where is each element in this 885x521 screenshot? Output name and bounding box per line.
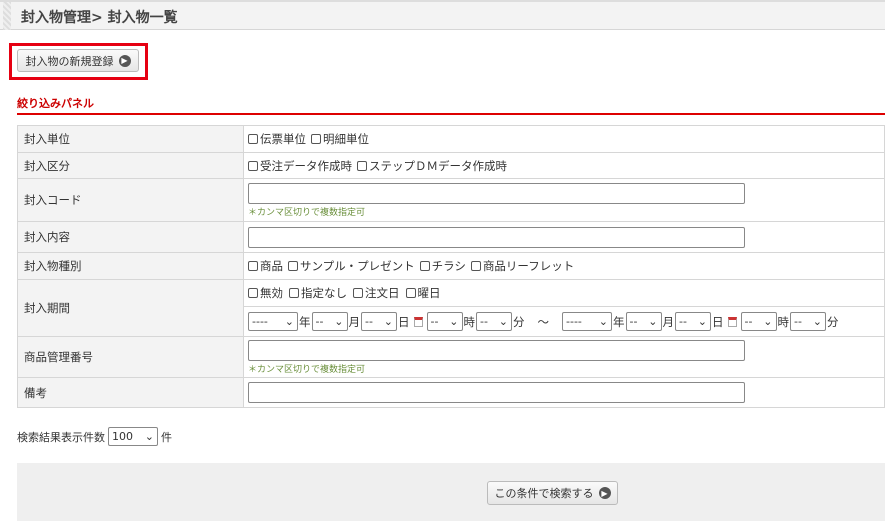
label-content: 封入内容 — [17, 221, 244, 253]
start-year-select[interactable]: ---- ⌄ — [248, 312, 298, 331]
product-no-note: ＊カンマ区切りで複数指定可 — [248, 364, 366, 375]
end-year-select[interactable]: ---- ⌄ — [562, 312, 612, 331]
filter-panel-title: 絞り込みパネル — [17, 97, 94, 110]
code-input[interactable] — [248, 182, 745, 204]
checkbox-step-dm[interactable]: ステップＤＭデータ作成時 — [357, 158, 507, 174]
end-minute-select[interactable]: -- ⌄ — [790, 312, 826, 331]
code-note: ＊カンマ区切りで複数指定可 — [248, 207, 366, 218]
divider — [17, 113, 885, 115]
checkbox-product[interactable]: 商品 — [248, 258, 283, 274]
calendar-icon[interactable] — [727, 316, 737, 327]
checkbox-unspecified[interactable]: 指定なし — [289, 285, 347, 301]
label-category: 封入区分 — [17, 152, 244, 179]
search-footer: この条件で検索する ▶ — [17, 463, 885, 521]
remarks-input[interactable] — [248, 382, 745, 403]
calendar-icon[interactable] — [413, 316, 423, 327]
checkbox-order-data[interactable]: 受注データ作成時 — [248, 158, 352, 174]
start-month-select[interactable]: -- ⌄ — [311, 312, 348, 331]
count-label: 検索結果表示件数 — [17, 430, 105, 444]
header-decoration — [3, 2, 11, 30]
start-hour-select[interactable]: -- ⌄ — [426, 312, 463, 331]
checkbox-slip-unit[interactable]: 伝票単位 — [248, 131, 306, 147]
label-product-no: 商品管理番号 — [17, 336, 244, 378]
label-type: 封入物種別 — [17, 252, 244, 280]
checkbox-leaflet[interactable]: 商品リーフレット — [470, 258, 574, 274]
checkbox-flyer[interactable]: チラシ — [419, 258, 466, 274]
range-separator: ～ — [537, 314, 550, 329]
count-select[interactable]: 100 ⌄ — [108, 427, 158, 446]
new-button-label: 封入物の新規登録 — [25, 55, 114, 68]
end-day-select[interactable]: -- ⌄ — [675, 312, 711, 331]
arrow-right-icon: ▶ — [598, 487, 611, 499]
count-unit: 件 — [161, 430, 172, 444]
checkbox-order-date[interactable]: 注文日 — [353, 285, 400, 301]
label-period: 封入期間 — [17, 279, 244, 337]
checkbox-disabled[interactable]: 無効 — [248, 285, 283, 301]
new-enclosure-button[interactable]: 封入物の新規登録 ▶ — [17, 49, 139, 72]
end-month-select[interactable]: -- ⌄ — [625, 312, 662, 331]
result-count: 検索結果表示件数 100 ⌄ 件 — [17, 427, 172, 446]
label-code: 封入コード — [17, 178, 244, 222]
content-input[interactable] — [248, 226, 745, 248]
start-minute-select[interactable]: -- ⌄ — [476, 312, 512, 331]
label-unit: 封入単位 — [17, 125, 244, 153]
filter-table: 封入単位 伝票単位 明細単位 封入区分 受注データ作成時 ステップＤＭデータ作成時 … — [17, 125, 885, 408]
checkbox-sample[interactable]: サンプル・プレゼント — [288, 258, 415, 274]
product-no-input[interactable] — [248, 339, 745, 361]
search-button-label: この条件で検索する — [494, 488, 594, 500]
checkbox-weekday[interactable]: 曜日 — [405, 285, 441, 301]
page-header: 封入物管理> 封入物一覧 — [0, 0, 885, 30]
start-day-select[interactable]: -- ⌄ — [361, 312, 397, 331]
search-button[interactable]: この条件で検索する ▶ — [487, 481, 618, 505]
page-title: 封入物管理> 封入物一覧 — [21, 10, 178, 26]
label-remarks: 備考 — [17, 377, 244, 408]
end-hour-select[interactable]: -- ⌄ — [740, 312, 777, 331]
arrow-right-icon: ▶ — [118, 54, 131, 67]
checkbox-detail-unit[interactable]: 明細単位 — [311, 131, 369, 147]
